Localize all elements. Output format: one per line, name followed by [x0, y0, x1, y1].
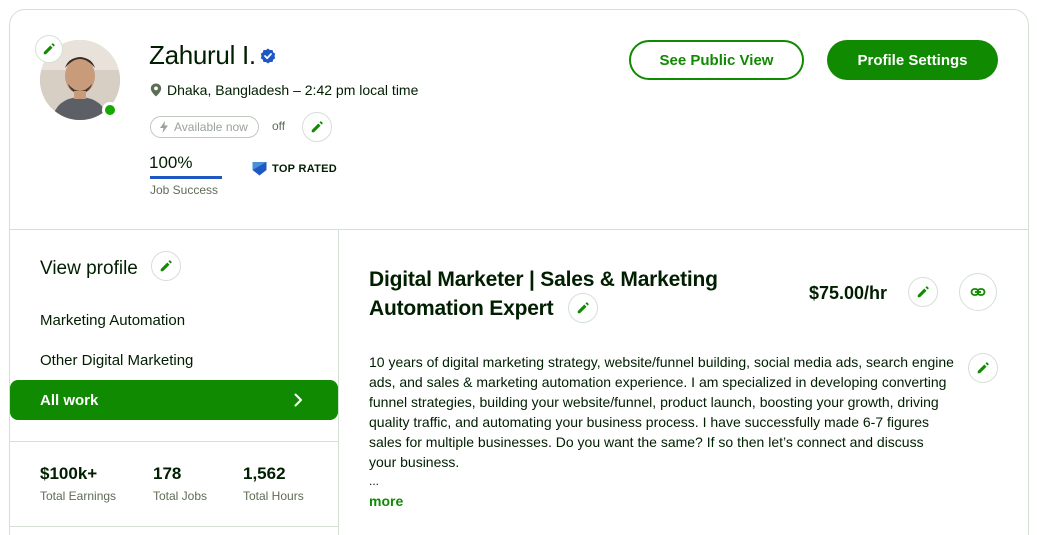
- profile-name: Zahurul I.: [149, 40, 276, 71]
- pencil-icon: [43, 43, 55, 55]
- profile-description: 10 years of digital marketing strategy, …: [369, 354, 954, 470]
- profile-title-line2: Automation Expert: [369, 297, 554, 320]
- location-text: Dhaka, Bangladesh – 2:42 pm local time: [167, 82, 419, 98]
- more-link[interactable]: more: [369, 493, 403, 509]
- location-pin-icon: [150, 83, 162, 97]
- view-profile-heading: View profile: [40, 258, 138, 279]
- job-success-value: 100%: [149, 153, 193, 172]
- pencil-icon: [917, 286, 929, 298]
- see-public-view-button[interactable]: See Public View: [629, 40, 804, 80]
- sidebar-item-label: All work: [40, 391, 99, 409]
- stat-total-earnings: $100k+ Total Earnings: [40, 464, 116, 503]
- stat-total-jobs: 178 Total Jobs: [153, 464, 207, 503]
- pencil-icon: [577, 302, 589, 314]
- stats-bottom-divider: [10, 526, 338, 527]
- top-rated-label: TOP RATED: [272, 162, 338, 175]
- stats-divider: [10, 441, 338, 442]
- link-icon: [970, 288, 986, 296]
- edit-description-button[interactable]: [968, 353, 998, 383]
- stat-value: $100k+: [40, 464, 98, 483]
- stat-value: 1,562: [243, 464, 286, 483]
- edit-availability-button[interactable]: [302, 112, 332, 142]
- profile-title: Digital Marketer | Sales & Marketing Aut…: [369, 265, 749, 323]
- profile-title-line1: Digital Marketer | Sales & Marketing: [369, 268, 718, 291]
- online-status-indicator: [102, 102, 118, 118]
- job-success-label: Job Success: [150, 183, 219, 197]
- profile-settings-button[interactable]: Profile Settings: [827, 40, 998, 80]
- chevron-right-icon: [294, 393, 302, 407]
- top-rated-badge: TOP RATED: [252, 161, 337, 176]
- sidebar-item-all-work[interactable]: All work: [10, 380, 338, 420]
- stat-label: Total Earnings: [40, 489, 117, 503]
- sidebar-item-other-digital-marketing[interactable]: Other Digital Marketing: [40, 352, 193, 369]
- copy-link-button[interactable]: [959, 273, 997, 311]
- availability-badge[interactable]: Available now: [150, 116, 259, 138]
- edit-photo-button[interactable]: [35, 35, 63, 63]
- sidebar-item-marketing-automation[interactable]: Marketing Automation: [40, 312, 185, 329]
- job-success-bar: [150, 176, 222, 179]
- availability-label: Available now: [174, 120, 248, 134]
- stat-label: Total Jobs: [153, 489, 208, 503]
- stat-total-hours: 1,562 Total Hours: [243, 464, 304, 503]
- edit-view-profile-button[interactable]: [151, 251, 181, 281]
- header-divider: [10, 229, 1028, 230]
- availability-state: off: [272, 119, 286, 133]
- stat-label: Total Hours: [243, 489, 304, 503]
- location-line: Dhaka, Bangladesh – 2:42 pm local time: [150, 82, 418, 98]
- edit-title-button[interactable]: [568, 293, 598, 323]
- description-ellipsis: ...: [369, 474, 380, 488]
- pencil-icon: [977, 362, 989, 374]
- pencil-icon: [160, 260, 172, 272]
- edit-rate-button[interactable]: [908, 277, 938, 307]
- profile-name-text: Zahurul I.: [149, 40, 256, 70]
- sidebar-divider: [338, 229, 339, 535]
- verified-badge-icon: [260, 48, 276, 63]
- lightning-icon: [160, 121, 168, 133]
- hourly-rate: $75.00/hr: [809, 283, 888, 303]
- stat-value: 178: [153, 464, 182, 483]
- top-rated-badge-icon: [252, 162, 267, 176]
- pencil-icon: [311, 121, 323, 133]
